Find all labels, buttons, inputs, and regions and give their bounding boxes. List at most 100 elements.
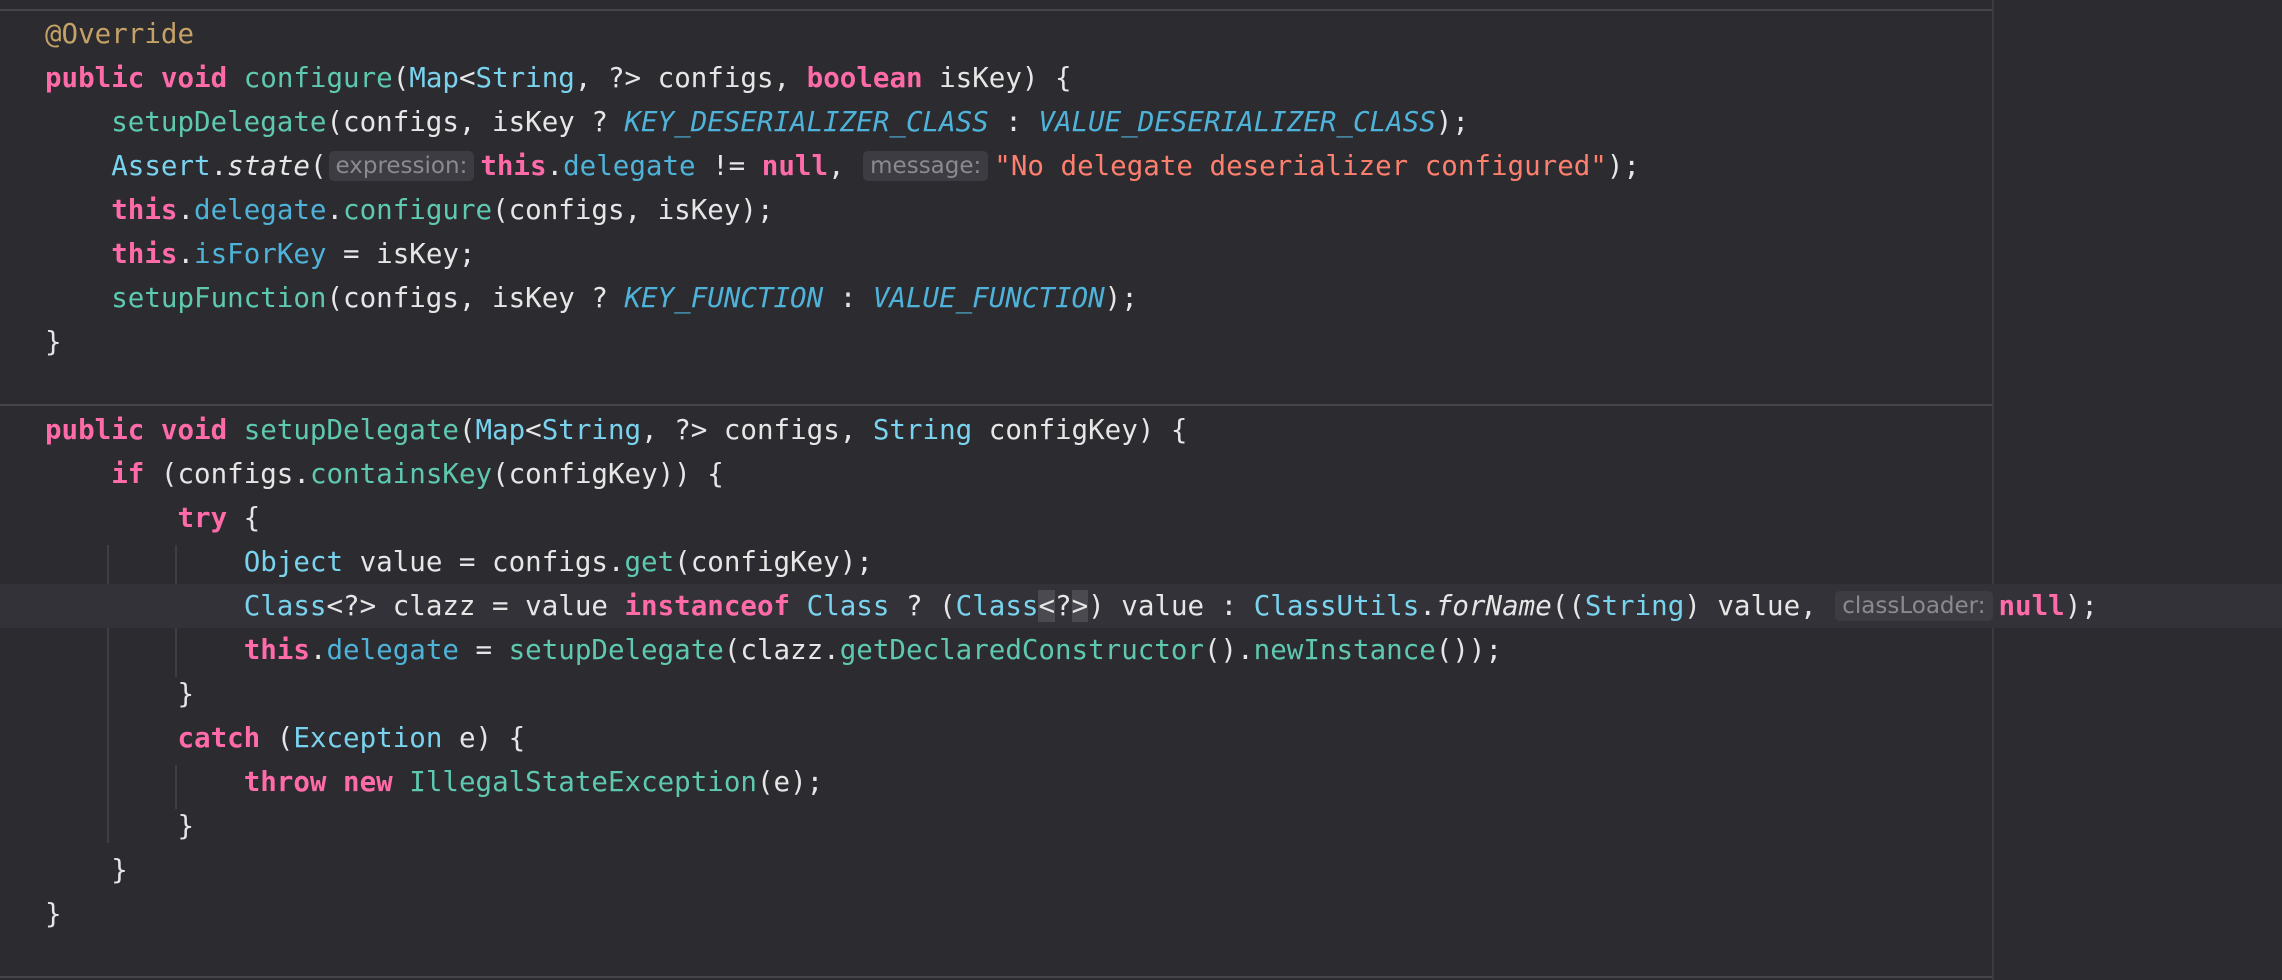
matched-bracket: >: [1071, 590, 1089, 622]
code-line[interactable]: Assert.state(expression: this.delegate !=…: [0, 144, 2282, 188]
keyword: if: [111, 458, 145, 490]
constant: VALUE_FUNCTION: [872, 282, 1105, 314]
keyword: public: [45, 414, 145, 446]
code-line[interactable]: this.delegate = setupDelegate(clazz.getD…: [0, 628, 2282, 672]
code-line[interactable]: }: [0, 848, 2282, 892]
code-text: ? (: [889, 590, 956, 622]
type-name: Object: [243, 546, 344, 578]
code-line[interactable]: }: [0, 320, 2282, 364]
method-call: configure: [343, 194, 493, 226]
method-call: get: [624, 546, 675, 578]
annotation-override: @Override: [45, 18, 195, 50]
code-line[interactable]: this.delegate.configure(configs, isKey);: [0, 188, 2282, 232]
method-name: configure: [243, 62, 393, 94]
code-text: (configKey);: [674, 546, 873, 578]
code-text: e) {: [442, 722, 526, 754]
method-call: newInstance: [1253, 634, 1436, 666]
code-text: (: [392, 62, 410, 94]
closing-brace: }: [177, 810, 195, 842]
code-editor[interactable]: @Override public void configure(Map<Stri…: [0, 0, 2282, 980]
code-line[interactable]: }: [0, 672, 2282, 716]
code-line[interactable]: Object value = configs.get(configKey);: [0, 540, 2282, 584]
code-text: =: [458, 634, 509, 666]
string-literal: "No delegate deserializer configured": [994, 150, 1607, 182]
code-line[interactable]: @Override: [0, 12, 2282, 56]
type-name: Class: [955, 590, 1039, 622]
code-line[interactable]: this.isForKey = isKey;: [0, 232, 2282, 276]
code-text: ,: [828, 150, 862, 182]
type-name: Exception: [293, 722, 443, 754]
closing-brace: }: [111, 854, 128, 886]
code-line[interactable]: setupFunction(configs, isKey ? KEY_FUNCT…: [0, 276, 2282, 320]
static-method-call: forName: [1435, 590, 1552, 622]
parameter-hint-expression: expression:: [328, 151, 475, 181]
code-text: <: [525, 414, 542, 446]
type-name: Class: [806, 590, 890, 622]
code-line[interactable]: setupDelegate(configs, isKey ? KEY_DESER…: [0, 100, 2282, 144]
keyword: new: [343, 766, 393, 798]
code-text: .: [177, 194, 195, 226]
type-name: String: [1584, 590, 1685, 622]
method-call: setupFunction: [111, 282, 327, 314]
keyword: this: [111, 238, 178, 270]
code-text: (configs, isKey ?: [326, 106, 625, 138]
code-text: );: [2064, 590, 2098, 622]
keyword: try: [177, 502, 228, 534]
code-text: .: [210, 150, 228, 182]
constant: KEY_FUNCTION: [624, 282, 824, 314]
method-separator: [0, 976, 1992, 978]
constructor-call: IllegalStateException: [409, 766, 757, 798]
closing-brace: }: [177, 678, 195, 710]
method-separator: [0, 9, 1992, 11]
code-text: , ?> configs,: [574, 62, 807, 94]
type-name: Map: [475, 414, 526, 446]
code-text: :: [823, 282, 873, 314]
code-text: .: [546, 150, 564, 182]
code-text: (: [309, 150, 327, 182]
code-text: .: [1419, 590, 1436, 622]
code-line[interactable]: catch (Exception e) {: [0, 716, 2282, 760]
keyword: instanceof: [624, 590, 791, 622]
method-call: containsKey: [309, 458, 493, 490]
code-text: {: [227, 502, 261, 534]
code-text: (: [458, 414, 476, 446]
closing-brace: }: [45, 898, 62, 930]
code-text: ((: [1551, 590, 1585, 622]
keyword: null: [761, 150, 829, 182]
code-text: !=: [695, 150, 762, 182]
type-name: Assert: [111, 150, 211, 182]
code-line-current[interactable]: Class<?> clazz = value instanceof Class …: [0, 584, 2282, 628]
code-text: <?> clazz = value: [326, 590, 625, 622]
parameter-hint-classloader: classLoader:: [1835, 591, 1993, 621]
code-text: (configKey)) {: [492, 458, 724, 490]
code-text: );: [1104, 282, 1138, 314]
code-text: (configs.: [144, 458, 310, 490]
code-text: value = configs.: [343, 546, 625, 578]
field: delegate: [326, 634, 459, 666]
code-text: ());: [1435, 634, 1503, 666]
code-line[interactable]: if (configs.containsKey(configKey)) {: [0, 452, 2282, 496]
code-text: isKey) {: [922, 62, 1072, 94]
keyword: throw: [243, 766, 327, 798]
code-line[interactable]: public void configure(Map<String, ?> con…: [0, 56, 2282, 100]
code-text: <: [458, 62, 476, 94]
code-line[interactable]: throw new IllegalStateException(e);: [0, 760, 2282, 804]
code-line[interactable]: public void setupDelegate(Map<String, ?>…: [0, 408, 2282, 452]
code-line[interactable]: try {: [0, 496, 2282, 540]
code-text: (clazz.: [723, 634, 840, 666]
keyword: void: [160, 414, 228, 446]
code-line[interactable]: }: [0, 892, 2282, 936]
field: delegate: [563, 150, 696, 182]
code-text: .: [309, 634, 327, 666]
code-text: (: [260, 722, 294, 754]
parameter-hint-message: message:: [863, 151, 989, 181]
code-line[interactable]: }: [0, 804, 2282, 848]
method-name: setupDelegate: [243, 414, 459, 446]
method-call: setupDelegate: [508, 634, 724, 666]
code-text: ) value,: [1684, 590, 1834, 622]
type-name: String: [475, 62, 575, 94]
code-text: :: [988, 106, 1039, 138]
